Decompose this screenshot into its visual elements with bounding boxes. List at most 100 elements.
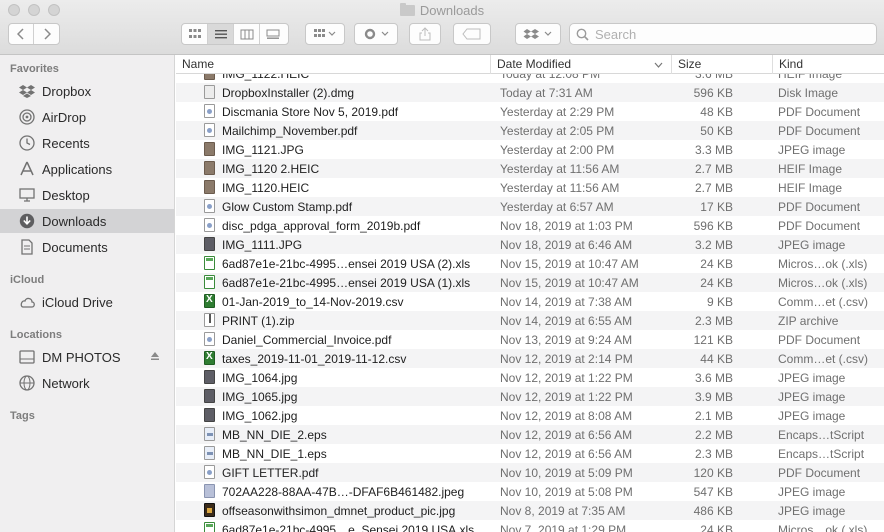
file-kind: Encaps…tScript [778, 427, 865, 442]
icon-view-button[interactable] [182, 24, 208, 44]
window-title: Downloads [0, 3, 884, 18]
column-size-label: Size [678, 57, 702, 71]
file-row[interactable]: Discmania Store Nov 5, 2019.pdf Yesterday… [176, 102, 884, 121]
edit-tags-button[interactable] [453, 23, 491, 45]
file-date-modified: Yesterday at 2:05 PM [500, 123, 615, 138]
sidebar-item-label: Downloads [42, 213, 107, 229]
column-view-button[interactable] [234, 24, 260, 44]
clock-icon [18, 135, 36, 151]
file-kind: JPEG image [778, 484, 846, 499]
file-row[interactable]: 6ad87e1e-21bc-4995…e_Sensei 2019 USA.xls… [176, 520, 884, 532]
file-row[interactable]: 01-Jan-2019_to_14-Nov-2019.csv Nov 14, 20… [176, 292, 884, 311]
action-menu-button[interactable] [354, 23, 398, 45]
file-xls-icon [204, 275, 215, 289]
file-row[interactable]: taxes_2019-11-01_2019-11-12.csv Nov 12, 2… [176, 349, 884, 368]
file-row[interactable]: PRINT (1).zip Nov 14, 2019 at 6:55 AM 2.3 … [176, 311, 884, 330]
sidebar-item-icloud-drive[interactable]: iCloud Drive [0, 290, 174, 314]
file-name: MB_NN_DIE_2.eps [222, 427, 327, 442]
file-img-icon [204, 161, 215, 175]
sidebar-item-recents[interactable]: Recents [0, 131, 174, 155]
file-pdf-icon [204, 123, 215, 137]
share-button[interactable] [409, 23, 441, 45]
file-row[interactable]: IMG_1064.jpg Nov 12, 2019 at 1:22 PM 3.6 M… [176, 368, 884, 387]
file-size: 2.3 MB [694, 446, 733, 461]
group-by-button[interactable] [305, 23, 345, 45]
file-kind: Micros…ok (.xls) [778, 275, 868, 290]
drive-icon [18, 349, 36, 365]
file-size: 24 KB [700, 522, 733, 532]
file-size: 2.7 MB [694, 161, 733, 176]
sidebar-item-label: Documents [42, 239, 108, 255]
search-input[interactable] [595, 26, 855, 42]
file-dmg-icon [204, 85, 215, 99]
file-kind: Disk Image [778, 85, 839, 100]
file-row[interactable]: IMG_1062.jpg Nov 12, 2019 at 8:08 AM 2.1 M… [176, 406, 884, 425]
file-name: IMG_1064.jpg [222, 370, 298, 385]
file-date-modified: Today at 7:31 AM [500, 85, 593, 100]
sidebar-item-label: AirDrop [42, 109, 87, 125]
file-date-modified: Nov 18, 2019 at 6:46 AM [500, 237, 633, 252]
file-pdf-icon [204, 218, 215, 232]
file-row[interactable]: IMG_1065.jpg Nov 12, 2019 at 1:22 PM 3.9 M… [176, 387, 884, 406]
sidebar-item-downloads[interactable]: Downloads [0, 209, 174, 233]
file-zip-icon [204, 313, 215, 327]
file-row[interactable]: GIFT LETTER.pdf Nov 10, 2019 at 5:09 PM 12… [176, 463, 884, 482]
file-row[interactable]: offseasonwithsimon_dmnet_product_pic.jpg… [176, 501, 884, 520]
sidebar-item-applications[interactable]: Applications [0, 157, 174, 181]
file-row[interactable]: disc_pdga_approval_form_2019b.pdf Nov 18,… [176, 216, 884, 235]
column-header-kind[interactable]: Kind [772, 55, 884, 74]
file-row[interactable]: Mailchimp_November.pdf Yesterday at 2:05 … [176, 121, 884, 140]
file-date-modified: Nov 18, 2019 at 1:03 PM [500, 218, 633, 233]
sidebar-item-label: DM PHOTOS [42, 349, 121, 365]
list-view-button[interactable] [208, 24, 234, 44]
file-name: taxes_2019-11-01_2019-11-12.csv [222, 351, 407, 366]
file-name: 702AA228-88AA-47B…-DFAF6B461482.jpeg [222, 484, 465, 499]
file-row[interactable]: 702AA228-88AA-47B…-DFAF6B461482.jpeg Nov … [176, 482, 884, 501]
file-row[interactable]: IMG_1120 2.HEIC Yesterday at 11:56 AM 2.7 … [176, 159, 884, 178]
file-kind: JPEG image [778, 503, 846, 518]
back-button[interactable] [9, 24, 35, 44]
file-row[interactable]: IMG_1111.JPG Nov 18, 2019 at 6:46 AM 3.2 M… [176, 235, 884, 254]
file-size: 24 KB [700, 275, 733, 290]
sidebar-item-network[interactable]: Network [0, 371, 174, 395]
sidebar-section-favorites: Favorites [10, 63, 59, 75]
file-row[interactable]: DropboxInstaller (2).dmg Today at 7:31 AM… [176, 83, 884, 102]
file-row[interactable]: IMG_1120.HEIC Yesterday at 11:56 AM 2.7 MB… [176, 178, 884, 197]
column-header-name[interactable]: Name [176, 55, 490, 74]
file-size: 121 KB [693, 332, 733, 347]
sidebar-item-dropbox[interactable]: Dropbox [0, 79, 174, 103]
sidebar-item-desktop[interactable]: Desktop [0, 183, 174, 207]
sidebar-item-dm-photos[interactable]: DM PHOTOS [0, 345, 174, 369]
file-date-modified: Nov 14, 2019 at 7:38 AM [500, 294, 633, 309]
file-name: 6ad87e1e-21bc-4995…ensei 2019 USA (2).xl… [222, 256, 471, 271]
file-name: IMG_1121.JPG [222, 142, 304, 157]
search-field[interactable] [569, 23, 877, 45]
file-date-modified: Nov 12, 2019 at 1:22 PM [500, 389, 633, 404]
file-row[interactable]: 6ad87e1e-21bc-4995…ensei 2019 USA (2).xl… [176, 254, 884, 273]
download-icon [18, 213, 36, 229]
back-forward-control [8, 23, 60, 45]
eject-icon[interactable] [150, 351, 160, 364]
file-kind: PDF Document [778, 218, 861, 233]
file-row[interactable]: 6ad87e1e-21bc-4995…ensei 2019 USA (1).xl… [176, 273, 884, 292]
column-header-size[interactable]: Size [671, 55, 778, 74]
file-date-modified: Nov 12, 2019 at 8:08 AM [500, 408, 633, 423]
file-kind: ZIP archive [778, 313, 839, 328]
gallery-view-button[interactable] [260, 24, 286, 44]
column-header-date-modified[interactable]: Date Modified [490, 55, 671, 74]
file-row[interactable]: Glow Custom Stamp.pdf Yesterday at 6:57 A… [176, 197, 884, 216]
file-size: 3.3 MB [694, 142, 733, 157]
file-row[interactable]: Daniel_Commercial_Invoice.pdf Nov 13, 201… [176, 330, 884, 349]
file-img2-icon [204, 408, 215, 422]
dropbox-menu-button[interactable] [515, 23, 561, 45]
gallery-icon [266, 29, 280, 39]
file-row[interactable]: MB_NN_DIE_1.eps Nov 12, 2019 at 6:56 AM 2.… [176, 444, 884, 463]
forward-button[interactable] [34, 24, 59, 44]
file-kind: HEIF Image [778, 180, 843, 195]
file-jpeg-icon [204, 484, 215, 498]
sidebar-item-airdrop[interactable]: AirDrop [0, 105, 174, 129]
sidebar-item-documents[interactable]: Documents [0, 235, 174, 259]
file-row[interactable]: IMG_1121.JPG Yesterday at 2:00 PM 3.3 MB JP… [176, 140, 884, 159]
file-row[interactable]: MB_NN_DIE_2.eps Nov 12, 2019 at 6:56 AM 2.… [176, 425, 884, 444]
file-name: 6ad87e1e-21bc-4995…e_Sensei 2019 USA.xls [222, 522, 475, 532]
